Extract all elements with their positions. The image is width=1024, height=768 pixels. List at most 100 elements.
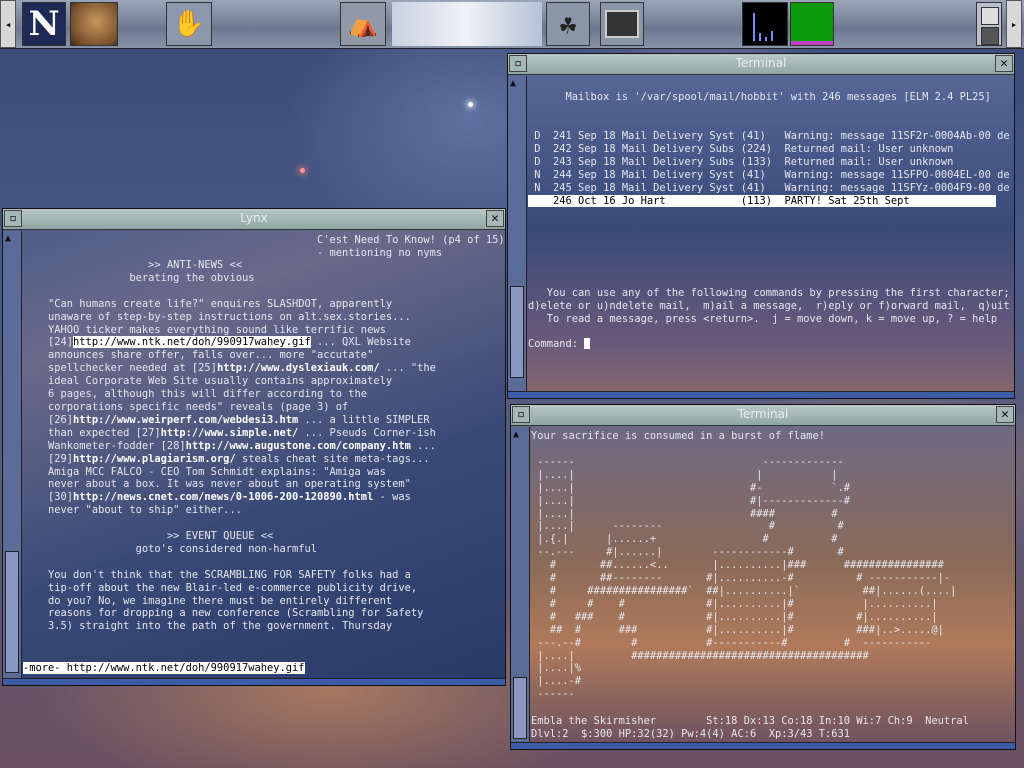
nethack-window[interactable]: ▫ Terminal ✕ ▲ Your sacrifice is consume… bbox=[510, 404, 1016, 750]
scroll-up-icon[interactable]: ▲ bbox=[5, 233, 11, 244]
window-title: Terminal bbox=[735, 56, 787, 70]
close-button[interactable]: ✕ bbox=[996, 406, 1014, 423]
text-line: announces share offer, falls over... mor… bbox=[23, 349, 374, 362]
bottom-border bbox=[508, 391, 1014, 398]
pager-desktop-1[interactable] bbox=[981, 7, 999, 25]
panel-background-image bbox=[392, 2, 542, 46]
map-row bbox=[531, 443, 956, 456]
netscape-icon: N bbox=[28, 4, 60, 44]
link[interactable]: http://www.weirperf.com/webdesi3.htm bbox=[73, 414, 298, 426]
message-row[interactable]: D 242 Sep 18 Mail Delivery Subs (224) Re… bbox=[528, 143, 1010, 156]
help-text: You can use any of the following command… bbox=[528, 287, 1010, 326]
link[interactable]: http://www.plagiarism.org/ bbox=[73, 453, 236, 465]
elm-titlebar[interactable]: ▫ Terminal ✕ bbox=[508, 54, 1014, 75]
text-line: never about a box. It was never about an… bbox=[23, 478, 411, 491]
nethack-titlebar[interactable]: ▫ Terminal ✕ bbox=[511, 405, 1015, 426]
command-prompt: Command: bbox=[528, 338, 585, 350]
nethack-scrollbar[interactable]: ▲ bbox=[511, 427, 530, 743]
map-row: ---.--# # #-----------# # ----------- bbox=[531, 636, 932, 649]
scroll-thumb[interactable] bbox=[510, 286, 524, 378]
lynx-scrollbar[interactable]: ▲ bbox=[3, 231, 22, 679]
star-decoration bbox=[468, 102, 473, 107]
text-line bbox=[23, 556, 436, 569]
text-line: 6 pages, although this will differ accor… bbox=[23, 388, 368, 401]
close-icon: ✕ bbox=[491, 211, 499, 226]
message-row[interactable]: N 244 Sep 18 Mail Delivery Syst (41) War… bbox=[528, 169, 1009, 182]
page-header: C'est Need To Know! (p4 of 15) - mentioni… bbox=[317, 234, 505, 259]
scroll-thumb[interactable] bbox=[5, 551, 19, 673]
text-line: [30]http://news.cnet.com/news/0-1006-200… bbox=[23, 491, 411, 504]
text-line: 3.5) straight into the path of the gover… bbox=[23, 620, 393, 633]
text-line: berating the obvious bbox=[23, 271, 255, 284]
map-row: # ##......<.. |..........|### ##########… bbox=[531, 559, 944, 572]
text-line: tip-off about the new Blair-led e-commer… bbox=[23, 581, 418, 594]
message-row[interactable]: N 245 Sep 18 Mail Delivery Syst (41) War… bbox=[528, 182, 1009, 195]
scroll-up-icon[interactable]: ▲ bbox=[510, 78, 516, 89]
text-line: [24]http://www.ntk.net/doh/990917wahey.g… bbox=[23, 336, 411, 349]
monitor-icon[interactable] bbox=[600, 2, 644, 46]
text-line: >> ANTI-NEWS << bbox=[23, 259, 242, 271]
command-line[interactable]: Command: bbox=[528, 338, 591, 351]
pager-desktop-2[interactable] bbox=[981, 27, 999, 45]
message-row[interactable]: D 241 Sep 18 Mail Delivery Syst (41) War… bbox=[528, 130, 1009, 143]
left-arrow-icon: ◂ bbox=[4, 17, 12, 31]
top-panel: ◂ N ✋ ⛺ ☘ ▸ bbox=[0, 0, 1024, 49]
map-row: |....| #- `.# bbox=[531, 481, 851, 494]
text-line: Wankometer-fodder [28]http://www.augusto… bbox=[23, 439, 436, 452]
text-line: You don't think that the SCRAMBLING FOR … bbox=[23, 568, 411, 581]
cougar-icon[interactable] bbox=[70, 2, 118, 46]
window-title: Terminal bbox=[737, 407, 789, 421]
text-line: do you? No, we imagine there must be ent… bbox=[23, 594, 393, 607]
text-line: ideal Corporate Web Site usually contain… bbox=[23, 375, 393, 388]
text-line: goto's considered non-harmful bbox=[23, 542, 318, 555]
link[interactable]: http://www.ntk.net/doh/990917wahey.gif bbox=[73, 336, 311, 349]
map-row: --.--- #|......| ------------# # bbox=[531, 546, 844, 559]
status-line-1: Embla the Skirmisher St:18 Dx:13 Co:18 I… bbox=[531, 715, 969, 727]
netscape-launcher[interactable]: N bbox=[22, 2, 66, 46]
map-row: # ##-------- #|..........-# # ----------… bbox=[531, 572, 951, 585]
elm-scrollbar[interactable]: ▲ bbox=[508, 76, 527, 392]
lynx-titlebar[interactable]: ▫ Lynx ✕ bbox=[3, 209, 505, 230]
lynx-window[interactable]: ▫ Lynx ✕ ▲ C'est Need To Know! (p4 of 15… bbox=[2, 208, 506, 686]
panel-hide-right-button[interactable]: ▸ bbox=[1006, 0, 1022, 48]
map-row: |....| #|-------------# bbox=[531, 494, 851, 507]
text-cursor bbox=[584, 338, 591, 349]
gnome-foot-icon[interactable]: ☘ bbox=[546, 2, 590, 46]
link[interactable]: http://www.dyslexiauk.com/ bbox=[217, 362, 380, 374]
text-line: spellchecker needed at [25]http://www.dy… bbox=[23, 362, 436, 375]
map-row: ------ ------------- bbox=[531, 455, 844, 468]
close-button[interactable]: ✕ bbox=[486, 210, 504, 227]
map-row: |....| -------- # # bbox=[531, 520, 844, 533]
mailbox-header: Mailbox is '/var/spool/mail/hobbit' with… bbox=[528, 91, 991, 103]
help-line: To read a message, press <return>. j = m… bbox=[528, 312, 998, 325]
close-button[interactable]: ✕ bbox=[995, 55, 1013, 72]
elm-window[interactable]: ▫ Terminal ✕ ▲ Mailbox is '/var/spool/ma… bbox=[507, 53, 1015, 399]
link[interactable]: http://www.augustone.com/company.htm bbox=[186, 440, 411, 452]
scroll-thumb[interactable] bbox=[513, 677, 527, 739]
link[interactable]: http://www.simple.net/ bbox=[161, 427, 299, 439]
toolbox-icon[interactable]: ⛺ bbox=[340, 2, 386, 46]
text-line: YAHOO ticker makes everything sound like… bbox=[23, 323, 386, 336]
text-line: Amiga MCC FALCO - CEO Tom Schmidt explai… bbox=[23, 465, 386, 478]
desktop-pager[interactable] bbox=[976, 2, 1002, 46]
message-row[interactable]: 246 Oct 16 Jo Hart (113) PARTY! Sat 25th… bbox=[528, 194, 996, 208]
right-arrow-icon: ▸ bbox=[1010, 17, 1018, 31]
text-line: reasons for dropping a new conference (S… bbox=[23, 607, 424, 620]
window-title: Lynx bbox=[240, 211, 268, 225]
game-message: Your sacrifice is consumed in a burst of… bbox=[531, 430, 826, 442]
message-list[interactable]: D 241 Sep 18 Mail Delivery Syst (41) War… bbox=[528, 130, 1010, 208]
bottom-border bbox=[3, 678, 505, 685]
help-line: You can use any of the following command… bbox=[528, 287, 1010, 299]
scroll-up-icon[interactable]: ▲ bbox=[513, 429, 519, 440]
gimp-foot-icon[interactable]: ✋ bbox=[166, 2, 212, 46]
map-row: |....-# bbox=[531, 675, 582, 688]
link[interactable]: http://news.cnet.com/news/0-1006-200-120… bbox=[73, 491, 373, 503]
star-decoration bbox=[300, 168, 305, 173]
text-line: never "about to ship" either... bbox=[23, 504, 242, 517]
panel-hide-left-button[interactable]: ◂ bbox=[0, 0, 16, 48]
text-line: unaware of step-by-step instructions on … bbox=[23, 310, 411, 323]
message-row[interactable]: D 243 Sep 18 Mail Delivery Subs (133) Re… bbox=[528, 156, 1010, 169]
text-line: corporations specific needs" reveals (pa… bbox=[23, 400, 349, 413]
map-row: # ################` ##|..........|` ##|.… bbox=[531, 584, 957, 597]
map-row: |.{.| |......+ # # bbox=[531, 533, 838, 546]
